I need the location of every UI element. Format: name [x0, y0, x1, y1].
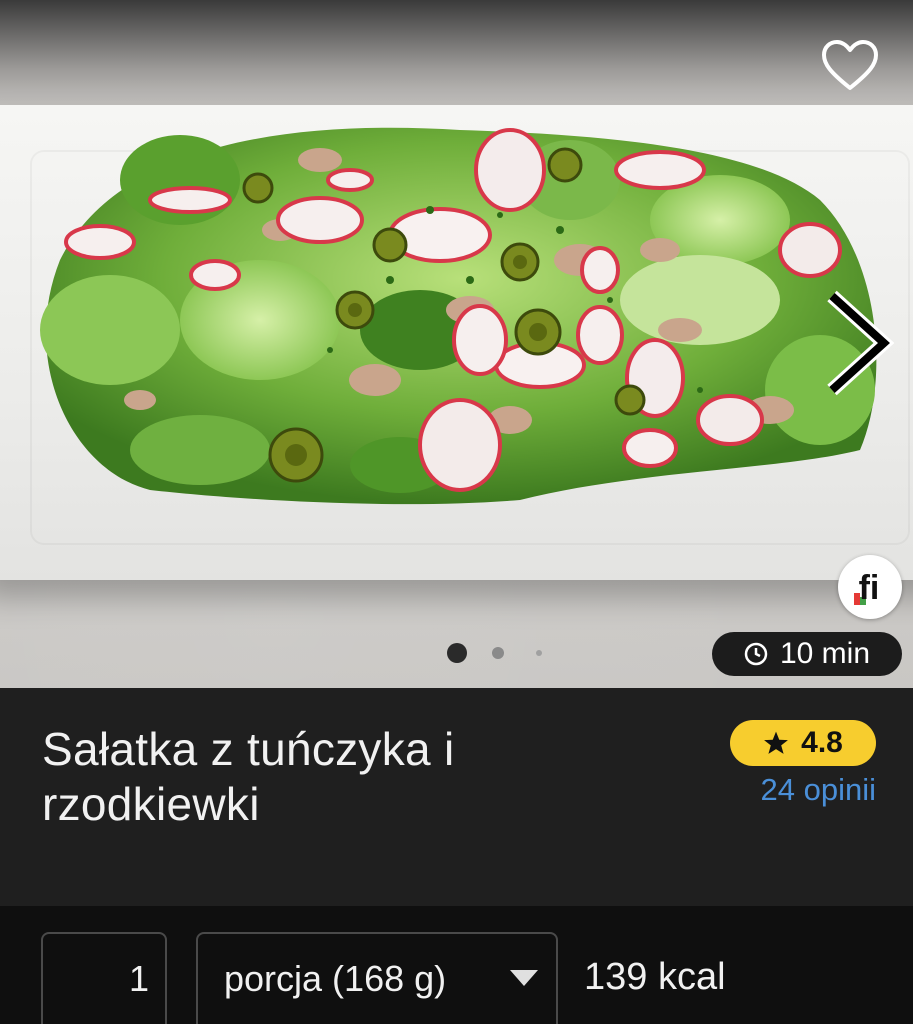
- quantity-input[interactable]: 1: [41, 932, 167, 1024]
- svg-text:fi: fi: [859, 569, 880, 607]
- reviews-link[interactable]: 24 opinii: [700, 772, 876, 808]
- carousel-indicator: [447, 643, 542, 663]
- triangle-down-icon: [510, 970, 538, 986]
- recipe-title-line1: Sałatka z tuńczyka i: [42, 723, 455, 775]
- prep-time-label: 10 min: [779, 637, 871, 670]
- star-icon: [764, 731, 789, 754]
- recipe-title-line2: rzodkiewki: [42, 778, 260, 830]
- calories-value: 139 kcal: [584, 956, 726, 998]
- rating-badge[interactable]: 4.8: [730, 720, 876, 766]
- portion-unit-select[interactable]: porcja (168 g): [196, 932, 558, 1024]
- carousel-dot-active: [447, 643, 467, 663]
- recipe-photo[interactable]: fi 10 min: [0, 0, 913, 688]
- prep-time-badge: 10 min: [712, 632, 902, 676]
- carousel-dot: [492, 647, 504, 659]
- portion-unit-label: porcja (168 g): [224, 958, 447, 999]
- favorite-heart-icon[interactable]: [820, 38, 880, 94]
- next-image-chevron-right-icon[interactable]: [818, 288, 895, 398]
- carousel-dot: [536, 650, 542, 656]
- rating-value: 4.8: [801, 726, 843, 759]
- clock-icon: [744, 642, 768, 666]
- recipe-title: Sałatka z tuńczyka i rzodkiewki: [42, 722, 662, 832]
- brand-badge: fi: [838, 555, 902, 619]
- salad-image: [40, 127, 877, 505]
